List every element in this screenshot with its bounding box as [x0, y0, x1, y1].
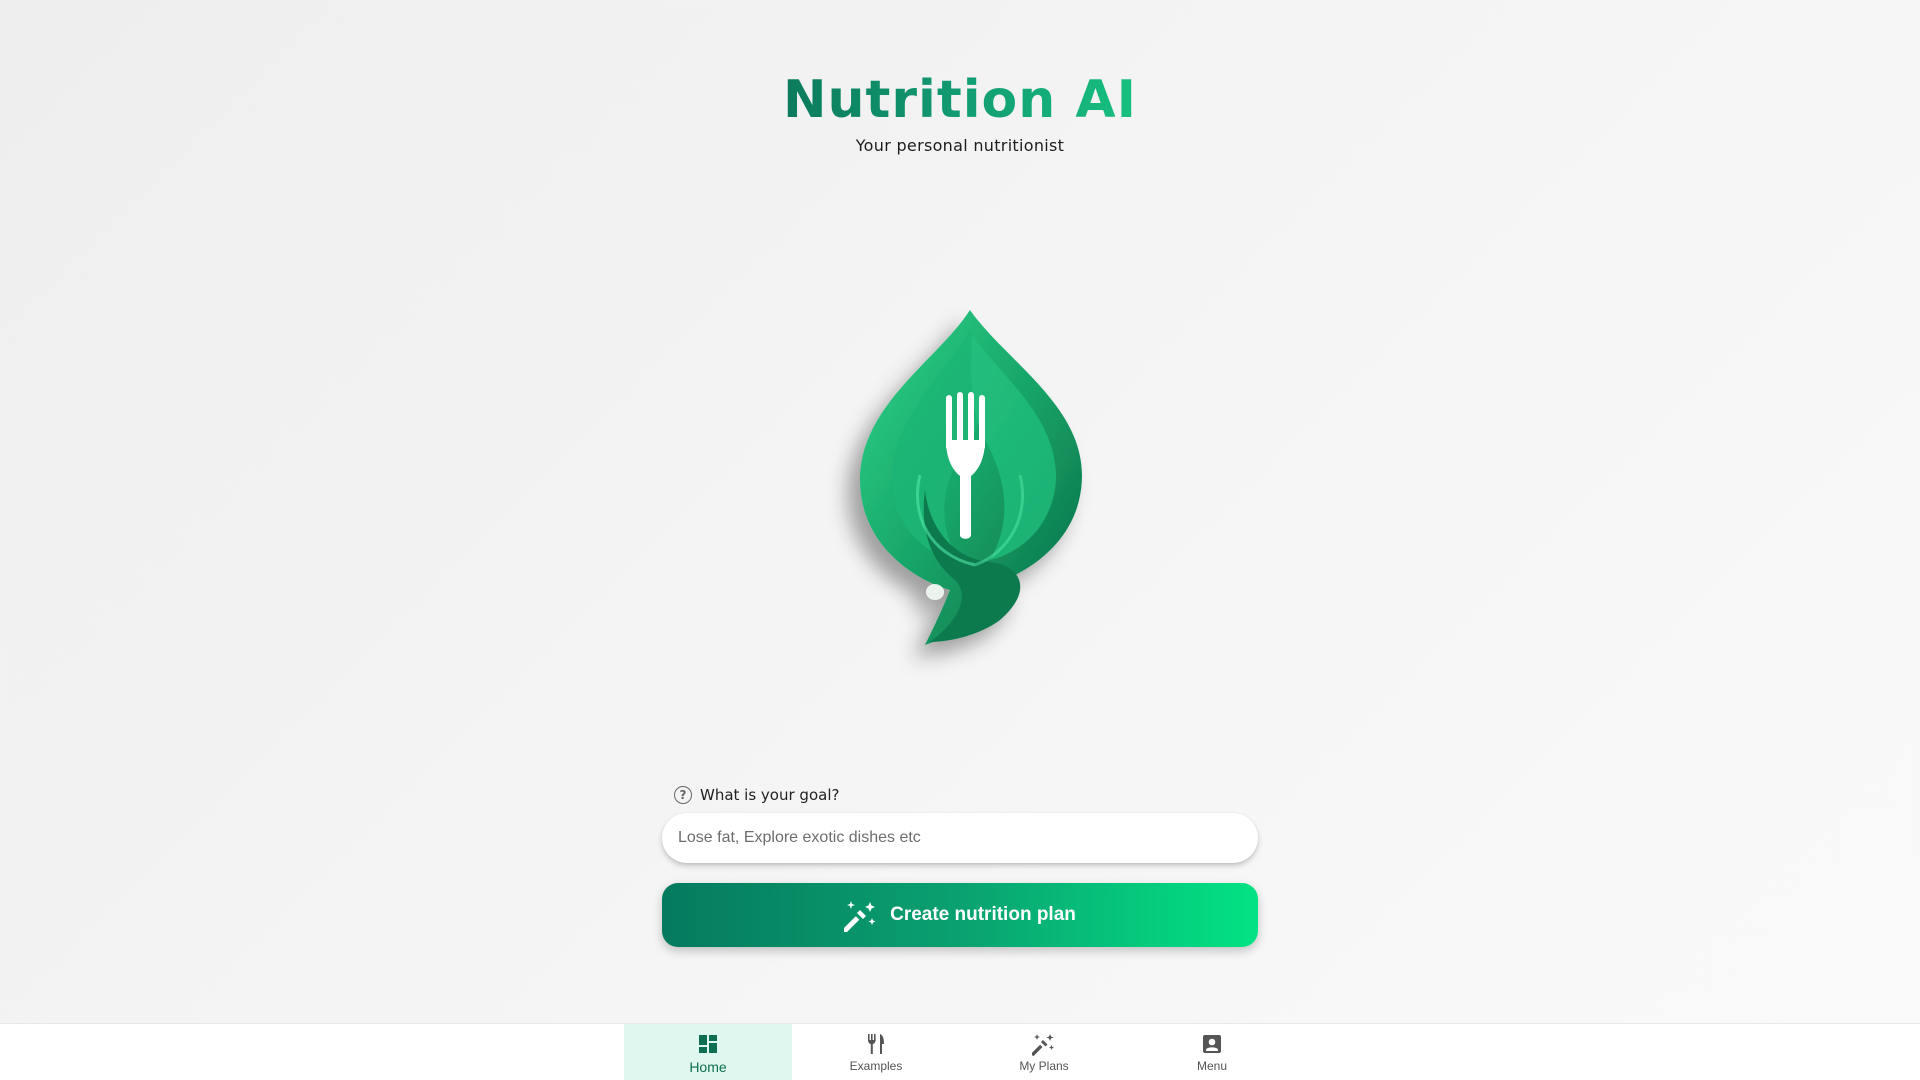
fork-knife-icon	[868, 1034, 884, 1054]
bottom-navigation: Home Examples My Plans Menu	[0, 1023, 1920, 1080]
help-circle-icon[interactable]: ?	[674, 786, 692, 804]
create-nutrition-plan-button[interactable]: Create nutrition plan	[662, 883, 1258, 947]
nav-label-menu: Menu	[1196, 1059, 1228, 1073]
goal-label: What is your goal?	[700, 786, 840, 804]
magic-wand-icon	[844, 901, 876, 932]
account-box-icon	[1203, 1035, 1221, 1053]
nav-item-home[interactable]: Home	[624, 1024, 792, 1080]
app-subtitle: Your personal nutritionist	[855, 136, 1065, 155]
magic-wand-icon	[1032, 1034, 1054, 1056]
app-header: Nutrition AI Your personal nutritionist	[0, 66, 1920, 155]
leaf-fork-logo-icon	[860, 310, 1082, 645]
create-button-label: Create nutrition plan	[890, 904, 1076, 925]
nav-item-examples[interactable]: Examples	[792, 1024, 960, 1080]
nav-label-examples: Examples	[849, 1059, 903, 1073]
nav-label-home: Home	[689, 1059, 727, 1075]
app-title: Nutrition AI	[783, 66, 1137, 134]
nav-item-menu[interactable]: Menu	[1128, 1024, 1296, 1080]
nav-label-my-plans: My Plans	[1019, 1059, 1069, 1073]
goal-input[interactable]	[662, 813, 1258, 863]
goal-label-row: ? What is your goal?	[674, 784, 839, 806]
dashboard-icon	[699, 1035, 717, 1053]
nav-item-my-plans[interactable]: My Plans	[960, 1024, 1128, 1080]
leaf-fork-logo	[820, 290, 1120, 670]
